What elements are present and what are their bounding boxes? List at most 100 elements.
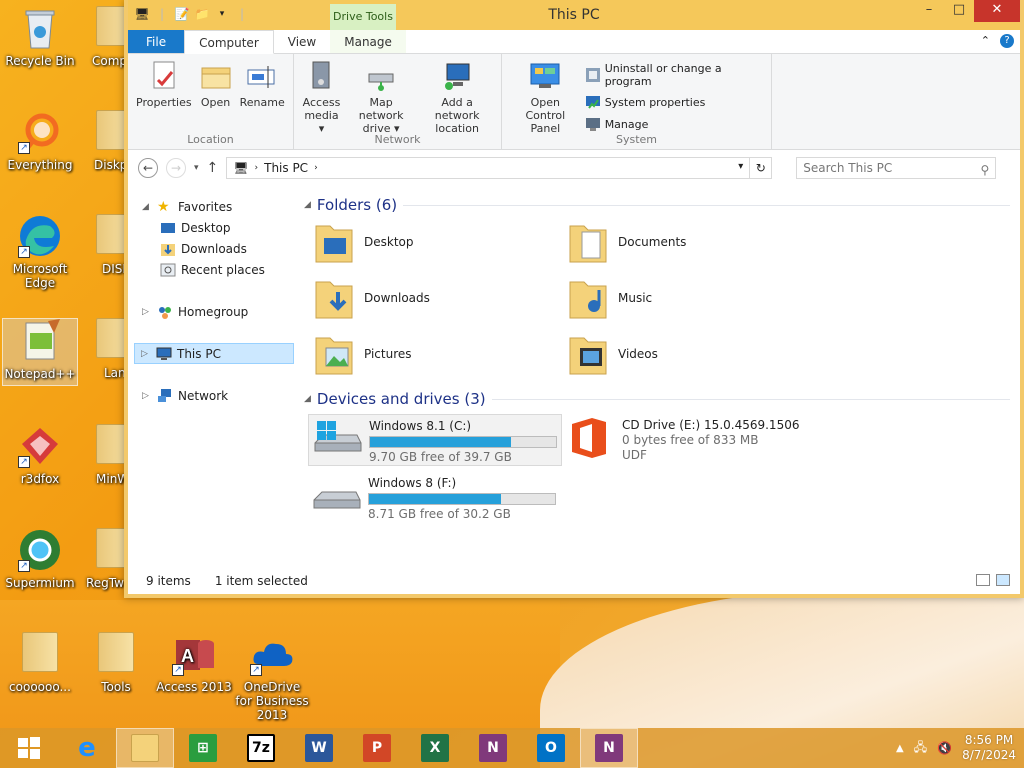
- svg-text:A: A: [181, 646, 194, 666]
- taskbar-word[interactable]: W: [290, 728, 348, 768]
- open-folder-icon: [200, 60, 232, 92]
- forward-button[interactable]: →: [166, 158, 186, 178]
- computer-icon: 🖥: [233, 161, 249, 175]
- taskbar-onenote-clipper[interactable]: N: [580, 728, 638, 768]
- collapsed-icon[interactable]: ▷: [141, 349, 151, 359]
- maximize-button[interactable]: □: [944, 0, 974, 22]
- desktop-icon-supermium[interactable]: ↗ Supermium: [2, 528, 78, 590]
- drive-usage-bar: [369, 436, 557, 448]
- taskbar-7zip[interactable]: 7z: [232, 728, 290, 768]
- folder-music[interactable]: Music: [568, 276, 822, 320]
- shortcut-arrow-icon: ↗: [172, 664, 184, 676]
- taskbar-onenote[interactable]: N: [464, 728, 522, 768]
- tab-computer[interactable]: Computer: [184, 30, 274, 54]
- clock[interactable]: 8:56 PM 8/7/2024: [962, 733, 1016, 763]
- store-icon: ⊞: [189, 734, 217, 762]
- collapsed-icon[interactable]: ▷: [142, 307, 152, 317]
- taskbar-store[interactable]: ⊞: [174, 728, 232, 768]
- devices-section-header[interactable]: ◢ Devices and drives (3): [304, 388, 1020, 410]
- desktop-icon-recycle-bin[interactable]: Recycle Bin: [2, 6, 78, 68]
- ribbon: Properties Open Rename Location Access m…: [128, 54, 1020, 150]
- tab-file[interactable]: File: [128, 30, 185, 53]
- back-button[interactable]: ←: [138, 158, 158, 178]
- breadcrumb-separator-icon[interactable]: ›: [255, 163, 259, 173]
- breadcrumb-separator-icon[interactable]: ›: [314, 163, 318, 173]
- network-tray-icon[interactable]: 🖧: [914, 738, 927, 759]
- nav-favorites[interactable]: ◢ ★ Favorites: [128, 196, 298, 217]
- breadcrumb-this-pc[interactable]: This PC: [264, 161, 308, 175]
- tab-manage[interactable]: Manage: [330, 30, 406, 53]
- star-icon: ★: [157, 198, 170, 215]
- folder-desktop[interactable]: Desktop: [314, 220, 568, 264]
- r3dfox-icon: ↗: [18, 424, 62, 468]
- address-dropdown-icon[interactable]: ▾: [738, 161, 743, 172]
- title-bar[interactable]: 🖥 | 📝 📁 ▾ | Drive Tools This PC – □ ✕: [128, 0, 1020, 30]
- desktop-icon-everything[interactable]: ↗ Everything: [2, 110, 78, 172]
- recent-locations-chevron-icon[interactable]: ▾: [194, 163, 199, 173]
- status-bar: 9 items 1 item selected: [128, 568, 1020, 594]
- pictures-folder-icon: [314, 332, 354, 376]
- collapsed-icon[interactable]: ▷: [142, 391, 152, 401]
- desktop-icon-regtw[interactable]: RegTw: [80, 528, 132, 590]
- desktop-icon-diskp[interactable]: Diskp: [80, 110, 132, 172]
- desktop-icon-folder-tools[interactable]: Tools: [78, 632, 154, 694]
- folders-section-header[interactable]: ◢ Folders (6): [304, 194, 1020, 216]
- large-icons-view-icon[interactable]: [996, 574, 1010, 586]
- rename-icon: [246, 60, 278, 92]
- uninstall-program-button[interactable]: Uninstall or change a program: [585, 62, 767, 88]
- window-title: This PC: [548, 7, 600, 23]
- system-properties-button[interactable]: System properties: [585, 94, 767, 110]
- nav-recent-places[interactable]: Recent places: [128, 259, 298, 280]
- folder-downloads[interactable]: Downloads: [314, 276, 568, 320]
- drive-c[interactable]: Windows 8.1 (C:) 9.70 GB free of 39.7 GB: [308, 414, 562, 466]
- search-icon: ⚲: [980, 163, 990, 177]
- taskbar-excel[interactable]: X: [406, 728, 464, 768]
- file-explorer-icon: [131, 734, 159, 762]
- collapse-ribbon-icon[interactable]: ⌃: [981, 34, 990, 48]
- desktop-icon-notepadpp[interactable]: Notepad++: [2, 318, 78, 386]
- desktop-icon-minw[interactable]: MinW: [80, 424, 132, 486]
- drive-f[interactable]: Windows 8 (F:) 8.71 GB free of 30.2 GB: [308, 472, 562, 524]
- start-button[interactable]: [0, 728, 58, 768]
- nav-network[interactable]: ▷ Network: [128, 385, 298, 406]
- magnifier-icon: ↗: [18, 110, 62, 154]
- drive-e[interactable]: CD Drive (E:) 15.0.4569.1506 0 bytes fre…: [562, 414, 816, 466]
- expanded-icon[interactable]: ◢: [142, 202, 152, 212]
- up-button[interactable]: ↑: [207, 160, 219, 176]
- desktop-icon-onedrive[interactable]: ↗ OneDrive for Business 2013: [234, 632, 310, 722]
- help-icon[interactable]: ?: [1000, 34, 1014, 48]
- taskbar-internet-explorer[interactable]: e: [58, 728, 116, 768]
- manage-button[interactable]: Manage: [585, 116, 767, 132]
- desktop-icon-access[interactable]: A ↗ Access 2013: [156, 632, 232, 694]
- details-view-icon[interactable]: [976, 574, 990, 586]
- taskbar-outlook[interactable]: O: [522, 728, 580, 768]
- taskbar-file-explorer[interactable]: [116, 728, 174, 768]
- folder-documents[interactable]: Documents: [568, 220, 822, 264]
- taskbar-powerpoint[interactable]: P: [348, 728, 406, 768]
- desktop-icon-comp[interactable]: Comp: [80, 6, 132, 68]
- desktop-icon: [160, 220, 176, 236]
- desktop-icon-lan[interactable]: Lan: [80, 318, 132, 380]
- address-bar[interactable]: 🖥 › This PC › ▾: [226, 157, 751, 179]
- minimize-button[interactable]: –: [914, 0, 944, 22]
- item-count: 9 items: [146, 574, 191, 588]
- excel-icon: X: [421, 734, 449, 762]
- desktop-icon-r3dfox[interactable]: ↗ r3dfox: [2, 424, 78, 486]
- nav-this-pc[interactable]: ▷ This PC: [134, 343, 294, 364]
- folder-icon: [94, 632, 138, 676]
- close-button[interactable]: ✕: [974, 0, 1020, 22]
- powerpoint-icon: P: [363, 734, 391, 762]
- desktop-icon-edge[interactable]: ↗ Microsoft Edge: [2, 214, 78, 290]
- desktop-icon-folder-coooooo[interactable]: coooooo...: [2, 632, 78, 694]
- nav-downloads[interactable]: Downloads: [128, 238, 298, 259]
- nav-desktop[interactable]: Desktop: [128, 217, 298, 238]
- show-hidden-icons-icon[interactable]: ▲: [896, 743, 904, 754]
- volume-muted-icon[interactable]: 🔇: [937, 741, 952, 755]
- nav-homegroup[interactable]: ▷ Homegroup: [128, 301, 298, 322]
- search-input[interactable]: Search This PC ⚲: [796, 157, 997, 179]
- folder-videos[interactable]: Videos: [568, 332, 822, 376]
- refresh-button[interactable]: ↻: [750, 157, 773, 179]
- desktop-icon-dism[interactable]: DISM: [80, 214, 133, 276]
- folder-pictures[interactable]: Pictures: [314, 332, 568, 376]
- tab-view[interactable]: View: [274, 30, 330, 53]
